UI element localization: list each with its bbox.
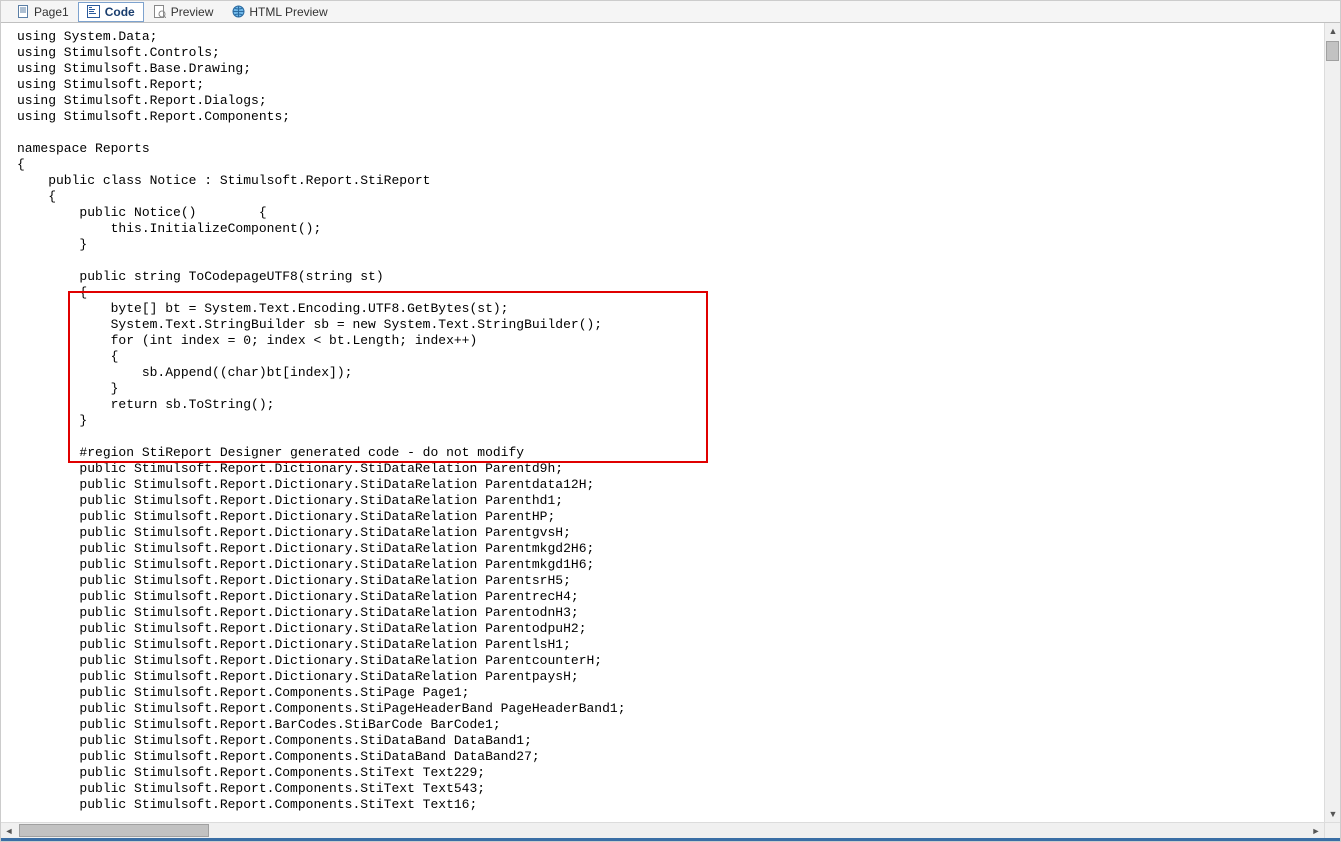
tab-label: Page1 xyxy=(34,5,69,19)
tab-label: Preview xyxy=(171,5,214,19)
page-icon xyxy=(16,5,30,19)
code-icon xyxy=(87,5,101,19)
app-window: Page1 Code Preview HTML Preview using Sy… xyxy=(0,0,1341,842)
globe-icon xyxy=(231,5,245,19)
horizontal-scrollbar[interactable]: ◄ ► xyxy=(1,822,1324,838)
scroll-right-arrow[interactable]: ► xyxy=(1309,824,1323,838)
tab-code[interactable]: Code xyxy=(78,2,144,22)
vertical-scroll-thumb[interactable] xyxy=(1326,41,1339,61)
code-content[interactable]: using System.Data; using Stimulsoft.Cont… xyxy=(1,23,1324,819)
tab-label: Code xyxy=(105,5,135,19)
tab-page1[interactable]: Page1 xyxy=(7,2,78,22)
tab-bar: Page1 Code Preview HTML Preview xyxy=(1,1,1340,23)
scroll-left-arrow[interactable]: ◄ xyxy=(2,824,16,838)
editor-viewport: using System.Data; using Stimulsoft.Cont… xyxy=(1,23,1324,822)
code-editor[interactable]: using System.Data; using Stimulsoft.Cont… xyxy=(1,23,1340,838)
tab-preview[interactable]: Preview xyxy=(144,2,223,22)
preview-icon xyxy=(153,5,167,19)
horizontal-scroll-thumb[interactable] xyxy=(19,824,209,837)
tab-label: HTML Preview xyxy=(249,5,327,19)
tab-html-preview[interactable]: HTML Preview xyxy=(222,2,336,22)
scroll-up-arrow[interactable]: ▲ xyxy=(1326,24,1340,38)
scroll-corner xyxy=(1324,822,1340,838)
scroll-down-arrow[interactable]: ▼ xyxy=(1326,807,1340,821)
footer-accent xyxy=(1,838,1340,841)
vertical-scrollbar[interactable]: ▲ ▼ xyxy=(1324,23,1340,822)
